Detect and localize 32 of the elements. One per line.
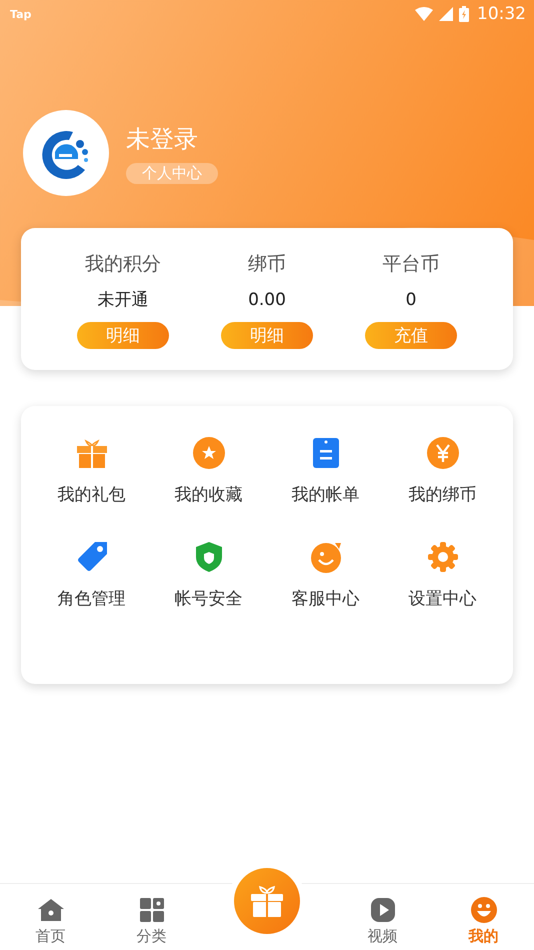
- stat-label: 平台币: [382, 252, 440, 277]
- home-icon: [36, 896, 64, 924]
- menu-item-label[interactable]: 我的收藏: [174, 483, 242, 506]
- menu-item-label[interactable]: 我的绑币: [408, 483, 476, 506]
- clock-time: 10:32: [477, 4, 526, 24]
- play-icon: [368, 896, 396, 924]
- yen-icon[interactable]: [426, 436, 460, 470]
- tab-button[interactable]: 分类: [101, 884, 202, 950]
- tab-button[interactable]: 首页: [0, 884, 101, 950]
- tab-button[interactable]: 视频: [332, 884, 433, 950]
- stat-label: 绑币: [248, 252, 286, 277]
- gift-icon: [249, 883, 285, 919]
- smiley-icon[interactable]: [308, 540, 342, 574]
- menu-item-label[interactable]: 设置中心: [408, 587, 476, 610]
- user-name: 未登录: [126, 124, 198, 154]
- stat-label: 我的积分: [85, 252, 161, 277]
- gear-icon[interactable]: [426, 540, 460, 574]
- battery-icon: [459, 6, 469, 22]
- menu-item-label[interactable]: 角色管理: [58, 587, 126, 610]
- menu-item-label[interactable]: 我的帐单: [292, 483, 360, 506]
- menu-item-label[interactable]: 我的礼包: [58, 483, 126, 506]
- signal-icon: [439, 7, 453, 21]
- menu-item-label[interactable]: 帐号安全: [174, 587, 242, 610]
- grid-icon: [138, 896, 166, 924]
- carrier-label: Tap: [10, 8, 32, 20]
- smiley-icon: [470, 896, 498, 924]
- stat-value: 0: [406, 289, 416, 312]
- avatar-logo-icon[interactable]: [23, 110, 109, 196]
- wifi-icon: [415, 7, 433, 21]
- menu-item-label[interactable]: 客服中心: [292, 587, 360, 610]
- stat-value: 未开通: [98, 289, 148, 312]
- stat-value: 0.00: [248, 289, 286, 312]
